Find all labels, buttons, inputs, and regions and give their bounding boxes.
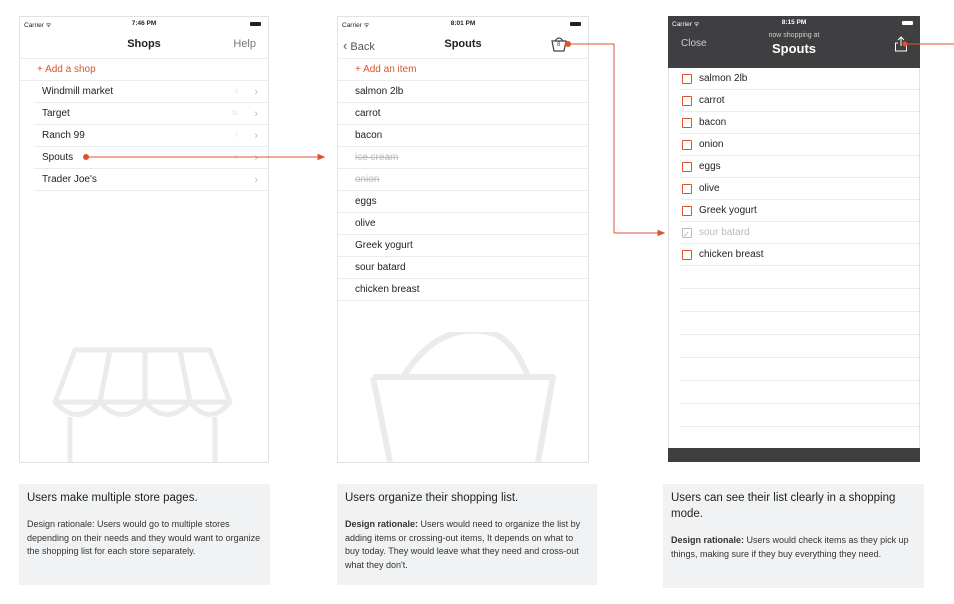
caption-body: Design rationale: Users would go to mult… <box>27 518 262 559</box>
caption-card: Users make multiple store pages. Design … <box>19 484 270 585</box>
caption-card: Users organize their shopping list. Desi… <box>337 484 597 585</box>
caption-title: Users can see their list clearly in a sh… <box>671 492 896 520</box>
caption-label: Design rationale: <box>345 519 419 529</box>
caption-title: Users organize their shopping list. <box>345 492 519 504</box>
caption-text: Design rationale: Users would go to mult… <box>27 519 261 556</box>
caption-body: Design rationale: Users would need to or… <box>345 518 589 572</box>
arrow-start-dot <box>902 41 908 47</box>
caption-body: Design rationale: Users would check item… <box>671 534 916 561</box>
caption-label: Design rationale: <box>671 535 745 545</box>
caption-title: Users make multiple store pages. <box>27 492 198 504</box>
caption-card: Users can see their list clearly in a sh… <box>663 484 924 588</box>
